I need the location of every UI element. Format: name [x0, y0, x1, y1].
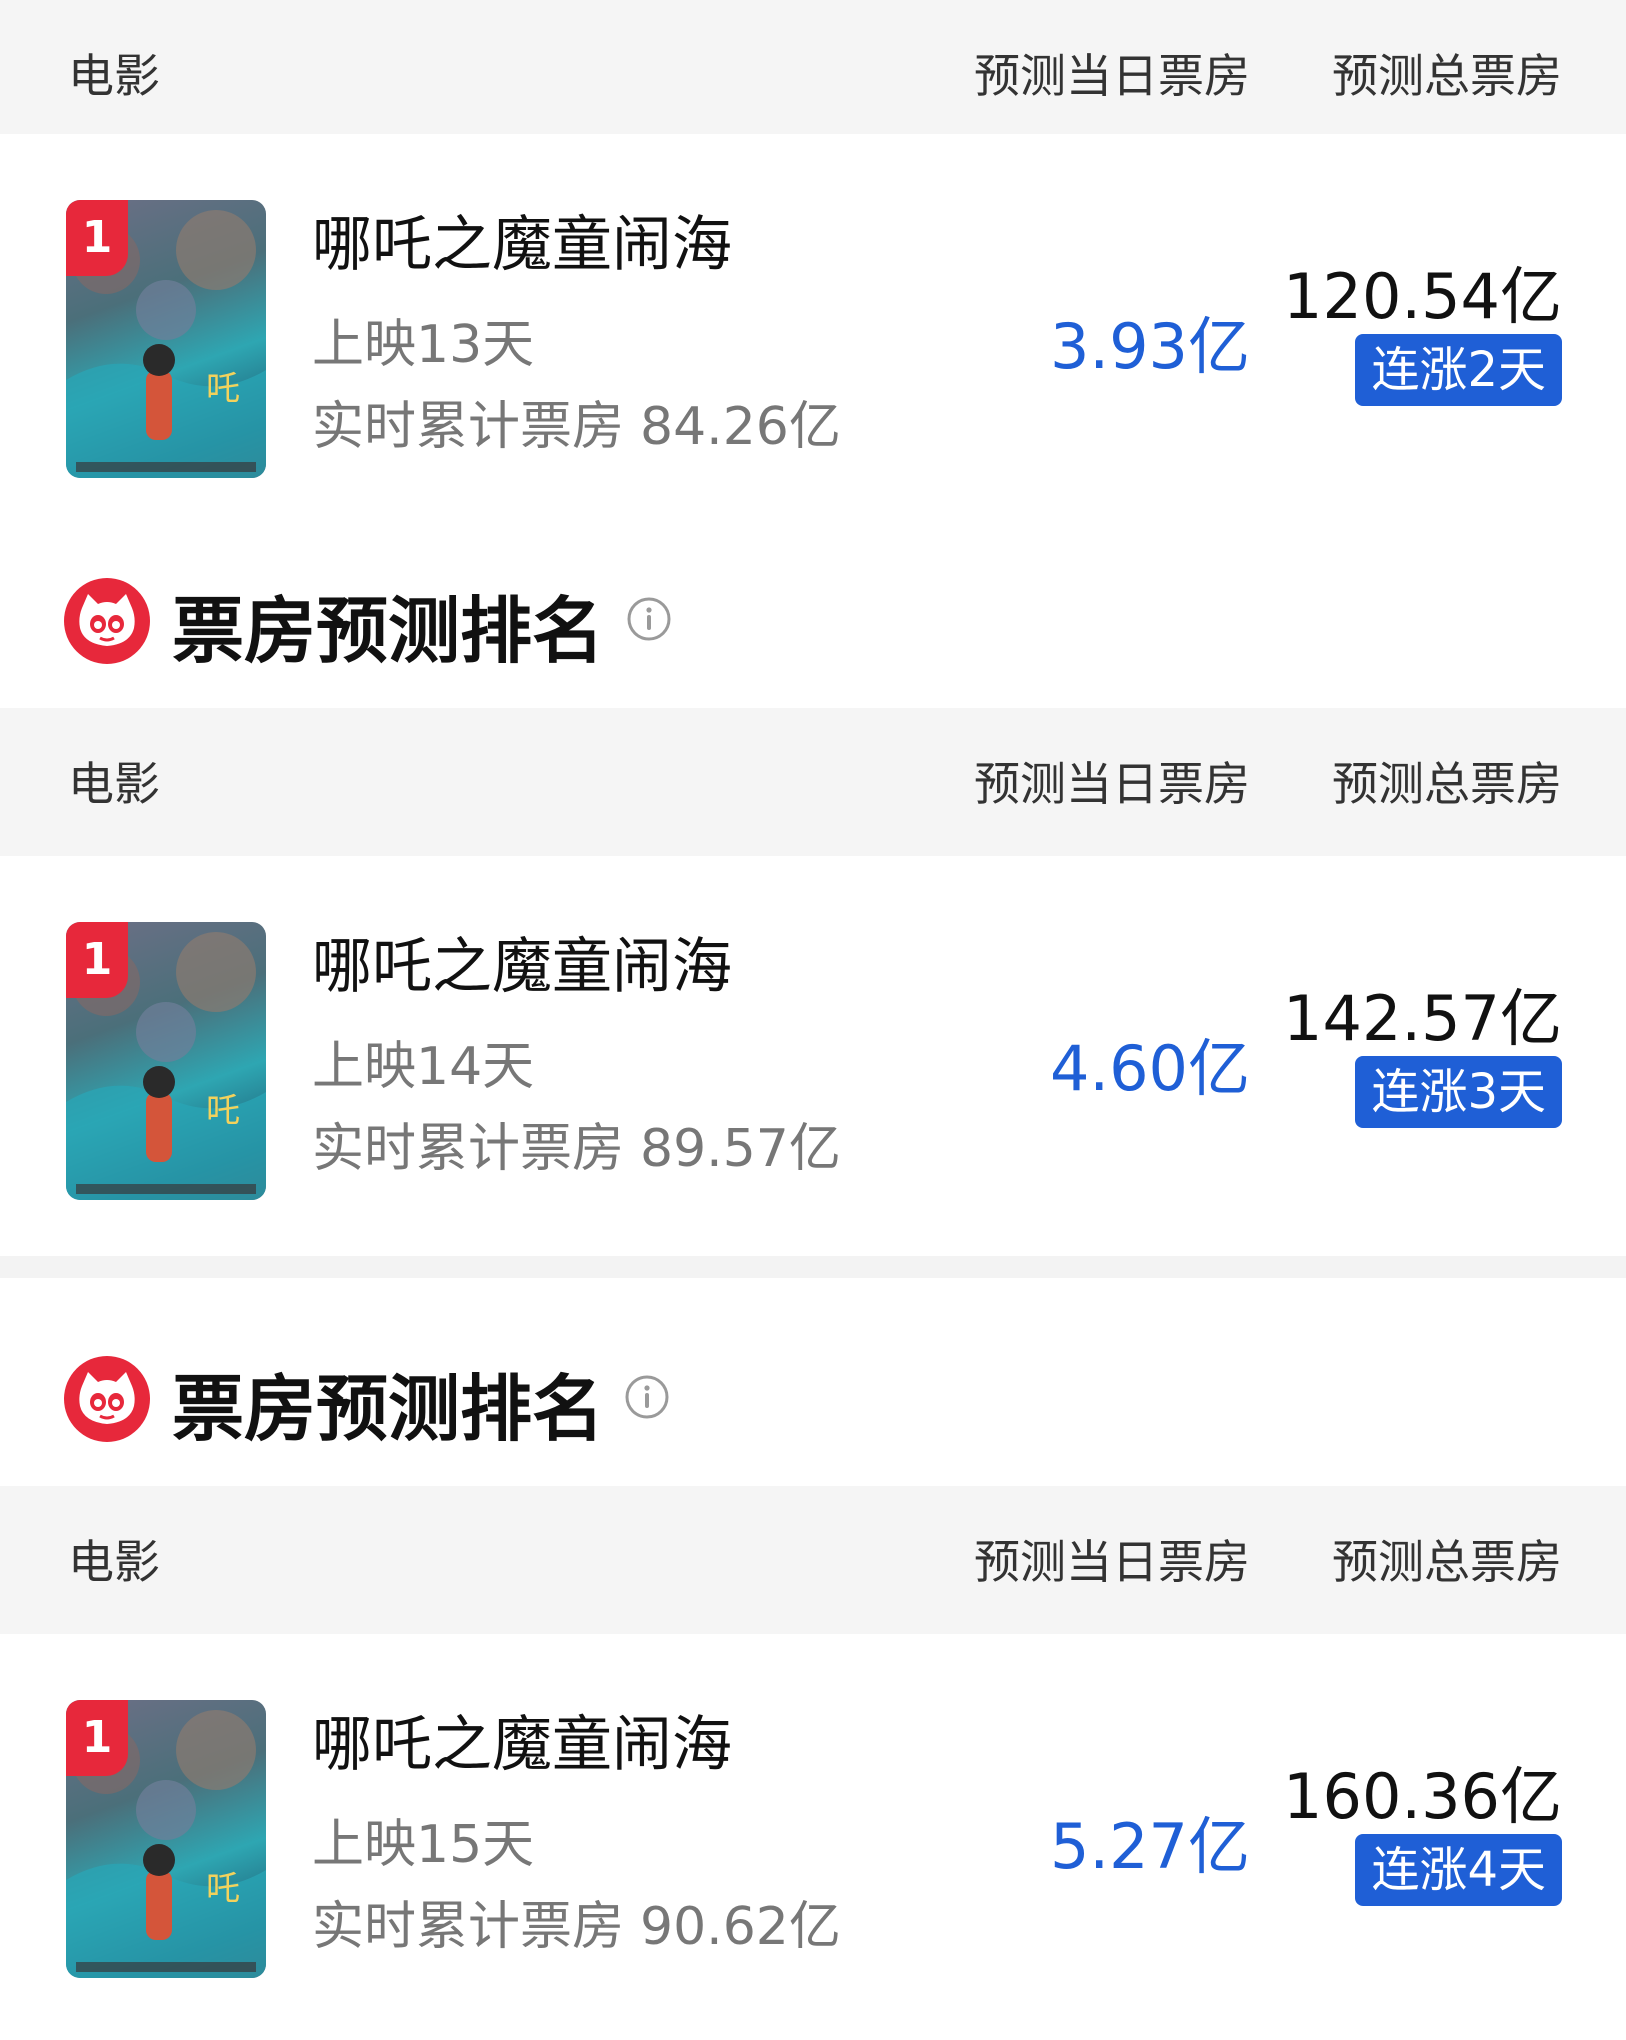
- total-forecast-value: 142.57亿: [1283, 982, 1562, 1055]
- realtime-label: 实时累计票房: [312, 1119, 625, 1179]
- release-days: 上映14天: [312, 1037, 535, 1097]
- streak-badge: 连涨4天: [1355, 1834, 1562, 1906]
- svg-text:吒: 吒: [206, 369, 240, 409]
- realtime-value: 89.57亿: [640, 1119, 841, 1179]
- section-heading: 票房预测排名: [0, 1306, 1626, 1486]
- section-title: 票房预测排名: [172, 589, 605, 673]
- movie-poster[interactable]: 吒 1: [66, 1700, 266, 1978]
- streak-badge: 连涨2天: [1355, 334, 1562, 406]
- streak-badge: 连涨3天: [1355, 1056, 1562, 1128]
- column-header-movie: 电影: [68, 49, 160, 103]
- svg-text:吒: 吒: [206, 1091, 240, 1131]
- movie-row[interactable]: 吒 1 哪吒之魔童闹海 上映14天 实时累计票房 89.57亿 4.60亿 142…: [0, 856, 1626, 1216]
- table-header: 电影 预测当日票房 预测总票房: [0, 708, 1626, 856]
- section-divider: [0, 1256, 1626, 1278]
- daily-forecast-value: 4.60亿: [1049, 1032, 1250, 1105]
- section-title: 票房预测排名: [172, 1367, 605, 1451]
- column-header-total[interactable]: 预测总票房: [1332, 1526, 1562, 1592]
- realtime-label: 实时累计票房: [312, 1897, 625, 1957]
- realtime-label: 实时累计票房: [312, 397, 625, 457]
- column-header-total[interactable]: 预测总票房: [1332, 40, 1562, 106]
- column-header-movie: 电影: [68, 1535, 160, 1589]
- column-header-movie: 电影: [68, 757, 160, 811]
- realtime-box-office: 实时累计票房 84.26亿: [312, 384, 841, 459]
- column-header-daily[interactable]: 预测当日票房: [974, 748, 1250, 814]
- rank-badge: 1: [66, 200, 128, 276]
- release-days: 上映13天: [312, 315, 535, 375]
- column-header-total[interactable]: 预测总票房: [1332, 748, 1562, 814]
- maoyan-cat-icon: [64, 1356, 150, 1442]
- column-header-daily[interactable]: 预测当日票房: [974, 40, 1250, 106]
- movie-poster[interactable]: 吒 1: [66, 200, 266, 478]
- svg-text:吒: 吒: [206, 1869, 240, 1909]
- section-heading: 票房预测排名: [0, 528, 1626, 708]
- realtime-value: 84.26亿: [640, 397, 841, 457]
- realtime-value: 90.62亿: [640, 1897, 841, 1957]
- total-forecast-value: 120.54亿: [1283, 260, 1562, 333]
- daily-forecast-value: 3.93亿: [1049, 310, 1250, 383]
- realtime-box-office: 实时累计票房 90.62亿: [312, 1884, 841, 1959]
- maoyan-cat-icon: [64, 578, 150, 664]
- release-days: 上映15天: [312, 1815, 535, 1875]
- info-icon[interactable]: [624, 1374, 670, 1420]
- rank-badge: 1: [66, 922, 128, 998]
- movie-title[interactable]: 哪吒之魔童闹海: [312, 1696, 732, 1783]
- rank-badge: 1: [66, 1700, 128, 1776]
- movie-poster[interactable]: 吒 1: [66, 922, 266, 1200]
- table-header: 电影 预测当日票房 预测总票房: [0, 0, 1626, 148]
- movie-title[interactable]: 哪吒之魔童闹海: [312, 918, 732, 1005]
- movie-title[interactable]: 哪吒之魔童闹海: [312, 196, 732, 283]
- realtime-box-office: 实时累计票房 89.57亿: [312, 1106, 841, 1181]
- info-icon[interactable]: [626, 596, 672, 642]
- column-header-daily[interactable]: 预测当日票房: [974, 1526, 1250, 1592]
- total-forecast-value: 160.36亿: [1283, 1760, 1562, 1833]
- daily-forecast-value: 5.27亿: [1049, 1810, 1250, 1883]
- movie-row[interactable]: 吒 1 哪吒之魔童闹海 上映13天 实时累计票房 84.26亿 3.93亿 120…: [0, 134, 1626, 494]
- movie-row[interactable]: 吒 1 哪吒之魔童闹海 上映15天 实时累计票房 90.62亿 5.27亿 160…: [0, 1634, 1626, 1994]
- table-header: 电影 预测当日票房 预测总票房: [0, 1486, 1626, 1634]
